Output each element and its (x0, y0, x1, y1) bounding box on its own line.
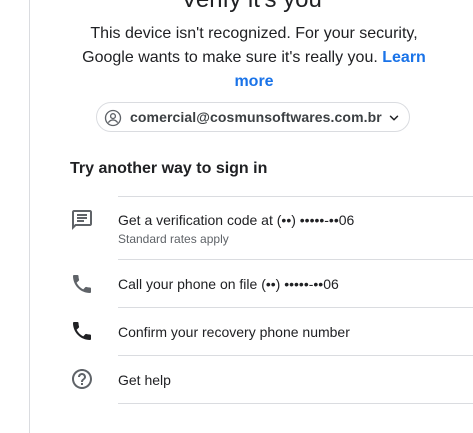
option-recovery-phone[interactable]: Confirm your recovery phone number (70, 308, 473, 355)
account-chip[interactable]: comercial@cosmunsoftwares.com.br (96, 102, 410, 132)
account-email: comercial@cosmunsoftwares.com.br (130, 109, 382, 125)
card-left-border (29, 0, 30, 433)
description-text: This device isn't recognized. For your s… (74, 22, 434, 94)
option-label: Confirm your recovery phone number (118, 324, 350, 340)
option-label: Get a verification code at (••) •••••-••… (118, 212, 355, 228)
page-title: Verify it's you (30, 0, 473, 14)
option-get-help[interactable]: Get help (70, 356, 473, 403)
help-circle-icon (72, 369, 92, 389)
divider (118, 403, 473, 404)
account-circle-icon (104, 109, 122, 127)
option-call-phone[interactable]: Call your phone on file (••) •••••-••06 (70, 260, 473, 307)
chevron-down-icon (389, 115, 399, 121)
option-label: Call your phone on file (••) •••••-••06 (118, 276, 339, 292)
message-icon (72, 210, 92, 230)
option-verification-code[interactable]: Get a verification code at (••) •••••-••… (70, 197, 473, 259)
phone-icon (73, 275, 91, 293)
section-title: Try another way to sign in (70, 160, 268, 177)
option-label: Get help (118, 372, 171, 388)
option-sublabel: Standard rates apply (118, 232, 229, 246)
description-body: This device isn't recognized. For your s… (82, 25, 418, 66)
phone-icon (73, 322, 91, 340)
